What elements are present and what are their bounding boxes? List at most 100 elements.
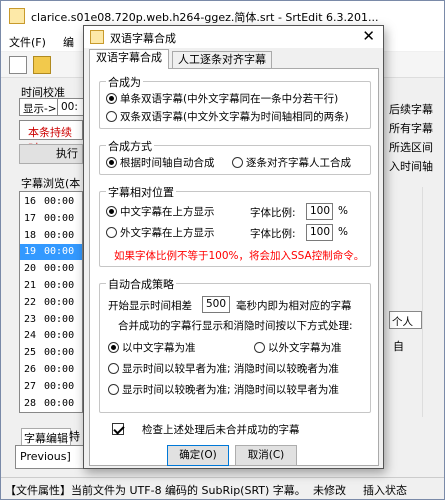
font-ratio-input-2[interactable]: 100 (306, 224, 333, 241)
subtitle-browse-label: 字幕浏览(本 (21, 177, 81, 190)
table-row[interactable]: 21 00:00 (20, 278, 82, 294)
row-time: 00:00 (44, 380, 75, 392)
app-icon (9, 8, 25, 24)
table-row[interactable]: 28 00:00 (20, 396, 82, 412)
status-modified: 未修改 (313, 484, 346, 497)
font-ratio-input-1[interactable]: 100 (306, 203, 333, 220)
radio-dot (108, 363, 119, 374)
execute-button[interactable]: 执行 (19, 144, 83, 164)
row-number: 19 (24, 246, 37, 258)
right-item-timeline[interactable]: 入时间轴 (389, 158, 433, 174)
row-time: 00:00 (44, 313, 75, 325)
right-field-personal[interactable]: 个人 (389, 311, 422, 329)
row-number: 20 (24, 263, 37, 275)
group-method-title: 合成方式 (106, 138, 154, 154)
right-item-range[interactable]: 所选区间 (389, 139, 433, 155)
menu-edit[interactable]: 编 (63, 34, 74, 50)
subtitle-grid[interactable]: 16 00:00 17 00:00 18 00:00 19 00:00 20 00:00 21 00:… (19, 191, 83, 413)
radio-chinese-top[interactable]: 中文字幕在上方显示 (106, 204, 215, 219)
group-compose: 合成为 单条双语字幕(中外文字幕同在一条中分若干行) 双条双语字幕(中文外文字幕… (99, 74, 371, 129)
row-time: 00:00 (44, 347, 75, 359)
table-row[interactable]: 22 00:00 (20, 295, 82, 311)
radio-chinese-based[interactable]: 以中文字幕为准 (108, 340, 196, 355)
tab-special[interactable]: 特 (69, 428, 80, 444)
table-row[interactable]: 18 00:00 (20, 228, 82, 244)
row-time: 00:00 (44, 364, 75, 375)
radio-later-show[interactable]: 显示时间以较晚者为准; 消隐时间以较早者为准 (108, 382, 339, 397)
status-file-property: 【文件属性】当前文件为 UTF-8 编码的 SubRip(SRT) 字幕。 (5, 484, 306, 497)
group-strategy-title: 自动合成策略 (106, 276, 176, 292)
dialog-icon (90, 30, 104, 44)
right-item-following[interactable]: 后续字幕 (389, 101, 433, 117)
close-icon[interactable]: ✕ (362, 27, 375, 45)
radio-dot (254, 342, 265, 353)
dialog-title-bar: 双语字幕合成 ✕ (84, 26, 383, 48)
show-label: 显示-> (23, 103, 57, 115)
show-time-value: 00: (61, 101, 78, 113)
radio-dot (106, 206, 117, 217)
ok-button[interactable]: 确定(O) (167, 445, 229, 466)
radio-foreign-based[interactable]: 以外文字幕为准 (254, 340, 342, 355)
font-ratio-label-1: 字体比例: (250, 207, 296, 219)
show-time-input[interactable]: 00: (57, 98, 85, 116)
table-row[interactable]: 27 00:00 (20, 379, 82, 395)
duration-panel: 本条持续时 (19, 120, 83, 155)
radio-dot (106, 93, 117, 104)
table-row[interactable]: 23 00:00 (20, 312, 82, 328)
subtitle-edit-value: Previous] (20, 450, 71, 463)
group-position: 字幕相对位置 中文字幕在上方显示 字体比例: 100 % 外文字幕在上方显示 字… (99, 184, 371, 267)
radio-auto-merge[interactable]: 根据时间轴自动合成 (106, 155, 215, 170)
radio-dot (106, 227, 117, 238)
threshold-ms-input[interactable]: 500 (202, 296, 230, 313)
tab-bilingual-merge[interactable]: 双语字幕合成 (89, 49, 169, 69)
table-row[interactable]: 20 00:00 (20, 261, 82, 277)
right-item-all[interactable]: 所有字幕 (389, 120, 433, 136)
row-time: 00:00 (44, 296, 75, 308)
table-row[interactable]: 25 00:00 (20, 345, 82, 361)
radio-dot (106, 111, 117, 122)
radio-foreign-top[interactable]: 外文字幕在上方显示 (106, 225, 215, 240)
row-number: 28 (24, 397, 37, 409)
threshold-suffix: 毫秒内即为相对应的字幕 (236, 300, 352, 312)
radio-dot (108, 342, 119, 353)
radio-dot (108, 384, 119, 395)
row-number: 22 (24, 296, 37, 308)
open-folder-icon[interactable] (33, 56, 51, 74)
row-number: 24 (24, 330, 37, 342)
tab-panel: 合成为 单条双语字幕(中外文字幕同在一条中分若干行) 双条双语字幕(中文外文字幕… (89, 68, 379, 466)
table-row[interactable]: 24 00:00 (20, 328, 82, 344)
menu-file[interactable]: 文件(F) (9, 34, 46, 50)
checkbox-box (112, 423, 124, 435)
main-scrollbar[interactable] (422, 187, 434, 417)
row-time: 00:00 (44, 263, 75, 275)
check-unmerged-checkbox[interactable]: 检查上述处理后未合并成功的字幕 (112, 422, 300, 437)
font-ratio-label-2: 字体比例: (250, 228, 296, 240)
cancel-button[interactable]: 取消(C) (235, 445, 297, 466)
group-method: 合成方式 根据时间轴自动合成 逐条对齐字幕人工合成 (99, 138, 371, 175)
percent-sign-2: % (338, 226, 348, 238)
dialog-title: 双语字幕合成 (110, 32, 176, 45)
threshold-prefix: 开始显示时间相差 (108, 300, 192, 312)
main-window-title: clarice.s01e08.720p.web.h264-ggez.简体.srt… (31, 11, 379, 24)
radio-dot (232, 157, 243, 168)
tab-manual-align[interactable]: 人工逐条对齐字幕 (172, 51, 272, 69)
radio-earlier-show[interactable]: 显示时间以较早者为准; 消隐时间以较晚者为准 (108, 361, 339, 376)
row-number: 21 (24, 280, 37, 291)
table-row[interactable]: 17 00:00 (20, 211, 82, 227)
radio-double-bilingual[interactable]: 双条双语字幕(中文外文字幕为时间轴相同的两条) (106, 109, 349, 124)
percent-sign-1: % (338, 205, 348, 217)
ratio-warning: 如果字体比例不等于100%，将会加入SSA控制命令。 (114, 250, 365, 262)
subtitle-edit-field[interactable]: Previous] (15, 445, 85, 469)
radio-manual-merge[interactable]: 逐条对齐字幕人工合成 (232, 155, 351, 170)
row-time: 00:00 (44, 196, 75, 207)
row-time: 00:00 (44, 280, 75, 291)
radio-single-bilingual[interactable]: 单条双语字幕(中外文字幕同在一条中分若干行) (106, 91, 338, 106)
table-row[interactable]: 16 00:00 (20, 194, 82, 210)
row-time: 00:00 (44, 229, 75, 241)
row-time: 00:00 (44, 397, 75, 409)
row-number: 25 (24, 347, 37, 359)
row-number: 23 (24, 313, 37, 325)
new-file-icon[interactable] (9, 56, 27, 74)
table-row[interactable]: 19 00:00 (20, 244, 82, 261)
table-row[interactable]: 26 00:00 (20, 362, 82, 378)
